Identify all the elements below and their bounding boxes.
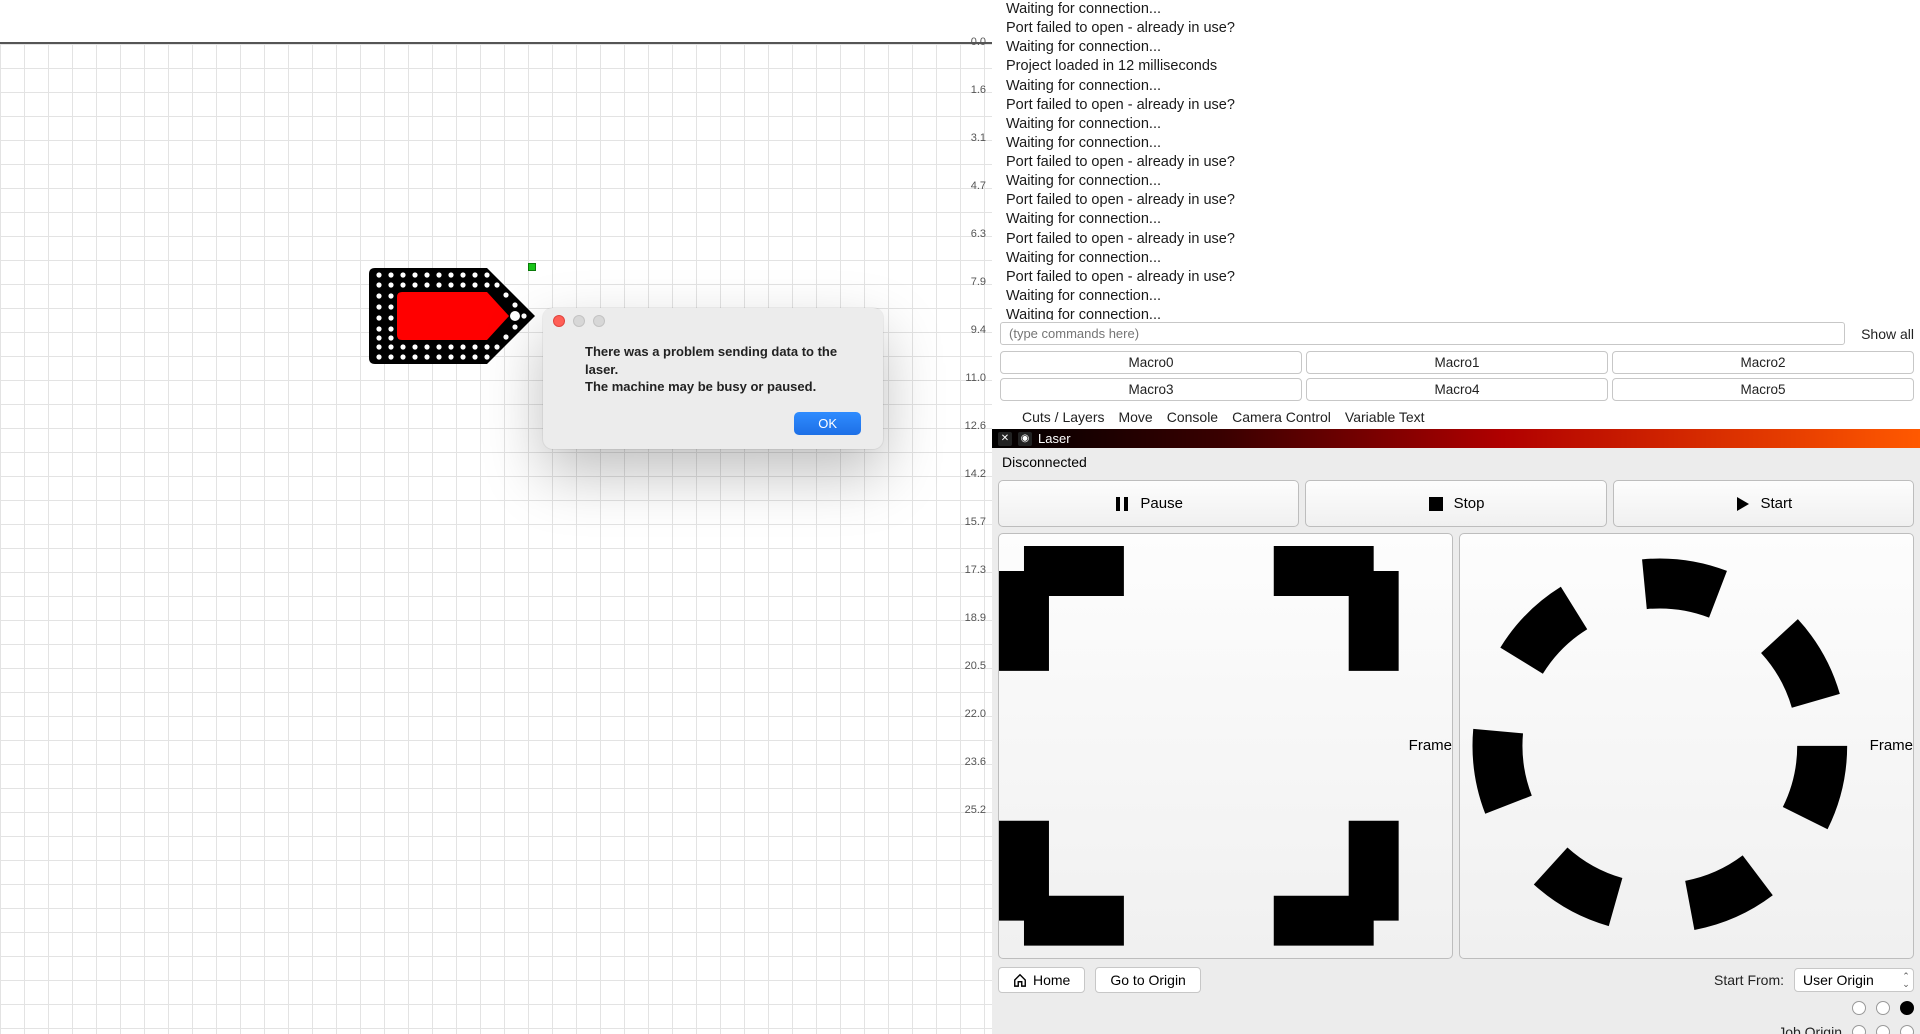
console-line: Waiting for connection... [1006, 115, 1910, 134]
ruler-tick: 14.2 [965, 468, 986, 480]
frame2-label: Frame [1870, 737, 1913, 754]
console-line: Waiting for connection... [1006, 210, 1910, 229]
start-from-value: User Origin [1803, 972, 1874, 988]
artwork-tag-shape[interactable] [369, 268, 535, 364]
ruler-tick: 17.3 [965, 564, 986, 576]
dialog-titlebar [543, 308, 883, 334]
macro-button-1[interactable]: Macro1 [1306, 351, 1608, 374]
macro-button-5[interactable]: Macro5 [1612, 378, 1914, 401]
console-line: Waiting for connection... [1006, 134, 1910, 153]
macro-button-2[interactable]: Macro2 [1612, 351, 1914, 374]
tab-camera-control[interactable]: Camera Control [1232, 409, 1331, 425]
show-all-toggle[interactable]: Show all [1851, 326, 1916, 342]
console-line: Port failed to open - already in use? [1006, 230, 1910, 249]
ruler-tick: 4.7 [971, 180, 986, 192]
console-line: Waiting for connection... [1006, 77, 1910, 96]
design-canvas[interactable]: 0.0 1.6 3.1 4.7 6.3 7.9 9.4 11.0 12.6 14.2 15.7 17.… [0, 0, 992, 1034]
tab-cuts-layers[interactable]: Cuts / Layers [1022, 409, 1104, 425]
command-input[interactable] [1000, 322, 1845, 345]
panel-tabs: Cuts / Layers Move Console Camera Control Va… [992, 403, 1920, 429]
tab-console[interactable]: Console [1167, 409, 1218, 425]
connection-status: Disconnected [998, 452, 1914, 474]
goto-origin-label: Go to Origin [1110, 972, 1185, 988]
pause-icon [1114, 496, 1130, 512]
ruler-tick: 0.0 [971, 36, 986, 48]
console-line: Port failed to open - already in use? [1006, 96, 1910, 115]
ruler-tick: 9.4 [971, 324, 986, 336]
stop-label: Stop [1454, 495, 1485, 512]
ruler-tick: 20.5 [965, 660, 986, 672]
laser-panel-title: Laser [1038, 431, 1071, 446]
job-origin-grid[interactable] [1852, 1001, 1914, 1034]
ruler-tick: 23.6 [965, 756, 986, 768]
frame-label: Frame [1409, 737, 1452, 754]
ruler-tick: 11.0 [965, 372, 986, 384]
ruler-tick: 22.0 [965, 708, 986, 720]
console-line: Port failed to open - already in use? [1006, 268, 1910, 287]
minimize-icon [573, 315, 585, 327]
console-line: Waiting for connection... [1006, 38, 1910, 57]
ruler-tick: 18.9 [965, 612, 986, 624]
ruler-tick: 3.1 [971, 132, 986, 144]
goto-origin-button[interactable]: Go to Origin [1095, 967, 1200, 993]
console-line: Project loaded in 12 milliseconds [1006, 57, 1910, 76]
zoom-icon [593, 315, 605, 327]
ruler-tick: 6.3 [971, 228, 986, 240]
macro-button-0[interactable]: Macro0 [1000, 351, 1302, 374]
console-line: Port failed to open - already in use? [1006, 19, 1910, 38]
error-dialog: There was a problem sending data to the … [543, 308, 883, 449]
console-line: Port failed to open - already in use? [1006, 191, 1910, 210]
console-line: Waiting for connection... [1006, 306, 1910, 320]
start-label: Start [1760, 495, 1792, 512]
tab-move[interactable]: Move [1118, 409, 1152, 425]
frame-rect-button[interactable]: Frame [998, 533, 1453, 959]
console-line: Waiting for connection... [1006, 249, 1910, 268]
dialog-message-line2: The machine may be busy or paused. [585, 378, 861, 396]
frame-circle-icon [1460, 546, 1860, 946]
ruler-tick: 12.6 [965, 420, 986, 432]
console-line: Port failed to open - already in use? [1006, 153, 1910, 172]
tab-variable-text[interactable]: Variable Text [1345, 409, 1425, 425]
ok-button[interactable]: OK [794, 412, 861, 435]
panel-close-icon[interactable]: ✕ [998, 432, 1012, 446]
macro-buttons: Macro0Macro1Macro2 Macro3Macro4Macro5 [992, 347, 1920, 403]
start-from-label: Start From: [1714, 972, 1784, 988]
macro-button-3[interactable]: Macro3 [1000, 378, 1302, 401]
start-button[interactable]: Start [1613, 480, 1914, 527]
ruler-tick: 25.2 [965, 804, 986, 816]
frame-circle-button[interactable]: Frame [1459, 533, 1914, 959]
laser-panel: Disconnected Pause Stop Start [992, 448, 1920, 1034]
home-button[interactable]: Home [998, 967, 1085, 993]
console-line: Waiting for connection... [1006, 172, 1910, 191]
console-line: Waiting for connection... [1006, 0, 1910, 19]
ruler-tick: 7.9 [971, 276, 986, 288]
close-icon[interactable] [553, 315, 565, 327]
frame-rect-icon [999, 546, 1399, 946]
ruler-tick: 1.6 [971, 84, 986, 96]
console-log[interactable]: Waiting for connection...Port failed to … [992, 0, 1920, 320]
stop-button[interactable]: Stop [1305, 480, 1606, 527]
ruler-tick: 15.7 [965, 516, 986, 528]
panel-undock-icon[interactable]: ◉ [1018, 432, 1032, 446]
dialog-message-line1: There was a problem sending data to the … [585, 343, 861, 378]
start-from-select[interactable]: User Origin [1794, 968, 1914, 992]
laser-panel-header: ✕ ◉ Laser [992, 429, 1920, 448]
pause-button[interactable]: Pause [998, 480, 1299, 527]
stop-icon [1428, 496, 1444, 512]
play-icon [1734, 496, 1750, 512]
job-origin-label: Job Origin [1778, 1024, 1842, 1034]
macro-button-4[interactable]: Macro4 [1306, 378, 1608, 401]
selection-handle[interactable] [528, 263, 536, 271]
home-icon [1013, 973, 1027, 987]
canvas-grid [0, 42, 992, 1034]
home-label: Home [1033, 972, 1070, 988]
pause-label: Pause [1140, 495, 1183, 512]
side-panel: Waiting for connection...Port failed to … [992, 0, 1920, 1034]
console-line: Waiting for connection... [1006, 287, 1910, 306]
